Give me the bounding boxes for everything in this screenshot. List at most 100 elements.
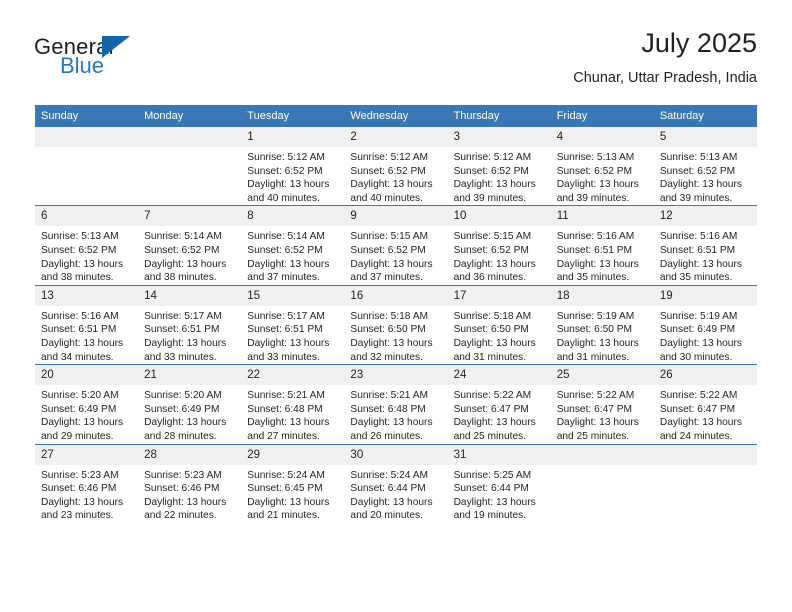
sunrise-text: Sunrise: 5:18 AM — [350, 310, 429, 322]
day-cell[interactable]: 3 Sunrise: 5:12 AM Sunset: 6:52 PM Dayli… — [447, 127, 551, 206]
day-cell[interactable]: 18 Sunrise: 5:19 AM Sunset: 6:50 PM Dayl… — [550, 284, 654, 365]
daylight-text: Daylight: 13 hours and 31 minutes. — [453, 337, 536, 363]
day-cell[interactable]: 6 Sunrise: 5:13 AM Sunset: 6:52 PM Dayli… — [35, 205, 139, 286]
day-number: 18 — [550, 285, 654, 306]
day-details: Sunrise: 5:17 AM Sunset: 6:51 PM Dayligh… — [241, 306, 344, 364]
daylight-text: Daylight: 13 hours and 25 minutes. — [453, 417, 536, 442]
sunrise-text: Sunrise: 5:23 AM — [41, 469, 119, 481]
daylight-text: Daylight: 13 hours and 37 minutes. — [247, 258, 330, 284]
day-cell[interactable]: 7 Sunrise: 5:14 AM Sunset: 6:52 PM Dayli… — [138, 205, 242, 286]
day-number: 2 — [344, 127, 448, 147]
day-number — [653, 444, 757, 465]
calendar-week-row: 1 Sunrise: 5:12 AM Sunset: 6:52 PM Dayli… — [35, 127, 757, 206]
sunset-text: Sunset: 6:52 PM — [453, 244, 529, 256]
day-cell[interactable]: 19 Sunrise: 5:19 AM Sunset: 6:49 PM Dayl… — [653, 284, 757, 365]
day-number: 13 — [35, 285, 139, 306]
day-number: 1 — [241, 127, 345, 147]
day-cell[interactable]: 28 Sunrise: 5:23 AM Sunset: 6:46 PM Dayl… — [138, 443, 242, 523]
day-cell[interactable]: 14 Sunrise: 5:17 AM Sunset: 6:51 PM Dayl… — [138, 284, 242, 365]
day-details: Sunrise: 5:13 AM Sunset: 6:52 PM Dayligh… — [654, 147, 757, 205]
calendar-body: 1 Sunrise: 5:12 AM Sunset: 6:52 PM Dayli… — [35, 127, 757, 523]
day-cell[interactable]: 26 Sunrise: 5:22 AM Sunset: 6:47 PM Dayl… — [653, 364, 757, 444]
daylight-text: Daylight: 13 hours and 30 minutes. — [659, 337, 742, 363]
sunset-text: Sunset: 6:46 PM — [144, 483, 220, 495]
day-number: 3 — [447, 127, 551, 147]
sunset-text: Sunset: 6:48 PM — [247, 403, 323, 415]
day-cell[interactable]: 2 Sunrise: 5:12 AM Sunset: 6:52 PM Dayli… — [344, 127, 448, 206]
generalblue-logo[interactable]: General Blue — [34, 34, 214, 82]
daylight-text: Daylight: 13 hours and 34 minutes. — [41, 337, 124, 363]
daylight-text: Daylight: 13 hours and 19 minutes. — [453, 496, 536, 522]
weekday-header-wednesday: Wednesday — [344, 105, 448, 127]
day-cell[interactable]: 16 Sunrise: 5:18 AM Sunset: 6:50 PM Dayl… — [344, 284, 448, 365]
day-cell[interactable]: 22 Sunrise: 5:21 AM Sunset: 6:48 PM Dayl… — [241, 364, 345, 444]
sunrise-text: Sunrise: 5:12 AM — [247, 152, 325, 163]
day-details: Sunrise: 5:15 AM Sunset: 6:52 PM Dayligh… — [448, 226, 551, 284]
day-number: 28 — [138, 444, 242, 465]
sunrise-text: Sunrise: 5:13 AM — [41, 231, 119, 243]
sunset-text: Sunset: 6:51 PM — [659, 244, 736, 256]
day-cell[interactable]: 9 Sunrise: 5:15 AM Sunset: 6:52 PM Dayli… — [344, 205, 448, 286]
calendar-week-row: 13 Sunrise: 5:16 AM Sunset: 6:51 PM Dayl… — [35, 284, 757, 365]
sunset-text: Sunset: 6:52 PM — [41, 244, 117, 256]
sunset-text: Sunset: 6:51 PM — [41, 324, 117, 336]
calendar-header-row: Sunday Monday Tuesday Wednesday Thursday… — [35, 105, 757, 127]
page-title: July 2025 — [641, 28, 757, 58]
day-details: Sunrise: 5:22 AM Sunset: 6:47 PM Dayligh… — [448, 385, 551, 443]
day-details: Sunrise: 5:20 AM Sunset: 6:49 PM Dayligh… — [35, 385, 138, 443]
day-cell[interactable]: 15 Sunrise: 5:17 AM Sunset: 6:51 PM Dayl… — [241, 284, 345, 365]
day-cell[interactable]: 4 Sunrise: 5:13 AM Sunset: 6:52 PM Dayli… — [550, 127, 654, 206]
day-details: Sunrise: 5:12 AM Sunset: 6:52 PM Dayligh… — [448, 147, 551, 205]
sunset-text: Sunset: 6:50 PM — [453, 324, 529, 336]
day-cell[interactable]: 27 Sunrise: 5:23 AM Sunset: 6:46 PM Dayl… — [35, 443, 139, 523]
sunset-text: Sunset: 6:45 PM — [247, 483, 323, 495]
sunrise-text: Sunrise: 5:17 AM — [247, 310, 325, 322]
day-details: Sunrise: 5:25 AM Sunset: 6:44 PM Dayligh… — [448, 465, 551, 523]
day-details: Sunrise: 5:20 AM Sunset: 6:49 PM Dayligh… — [138, 385, 241, 443]
sunrise-text: Sunrise: 5:22 AM — [556, 390, 635, 402]
weekday-header-tuesday: Tuesday — [241, 105, 345, 127]
sunrise-sunset-calendar: Sunday Monday Tuesday Wednesday Thursday… — [35, 105, 757, 523]
day-cell[interactable]: 30 Sunrise: 5:24 AM Sunset: 6:44 PM Dayl… — [344, 443, 448, 523]
sunrise-text: Sunrise: 5:16 AM — [556, 231, 635, 243]
day-cell[interactable]: 21 Sunrise: 5:20 AM Sunset: 6:49 PM Dayl… — [138, 364, 242, 444]
day-cell[interactable]: 5 Sunrise: 5:13 AM Sunset: 6:52 PM Dayli… — [653, 127, 757, 206]
sunrise-text: Sunrise: 5:17 AM — [144, 310, 222, 322]
day-details: Sunrise: 5:21 AM Sunset: 6:48 PM Dayligh… — [344, 385, 447, 443]
sunrise-text: Sunrise: 5:14 AM — [144, 231, 222, 243]
day-cell[interactable]: 11 Sunrise: 5:16 AM Sunset: 6:51 PM Dayl… — [550, 205, 654, 286]
sunset-text: Sunset: 6:47 PM — [659, 403, 736, 415]
day-number: 6 — [35, 206, 139, 227]
day-cell[interactable]: 13 Sunrise: 5:16 AM Sunset: 6:51 PM Dayl… — [35, 284, 139, 365]
day-number: 4 — [550, 127, 654, 147]
day-details: Sunrise: 5:18 AM Sunset: 6:50 PM Dayligh… — [344, 306, 447, 364]
day-cell[interactable]: 23 Sunrise: 5:21 AM Sunset: 6:48 PM Dayl… — [344, 364, 448, 444]
daylight-text: Daylight: 13 hours and 24 minutes. — [659, 417, 742, 442]
sunrise-text: Sunrise: 5:24 AM — [350, 469, 429, 481]
day-cell[interactable]: 29 Sunrise: 5:24 AM Sunset: 6:45 PM Dayl… — [241, 443, 345, 523]
sunset-text: Sunset: 6:52 PM — [350, 165, 426, 177]
daylight-text: Daylight: 13 hours and 20 minutes. — [350, 496, 433, 522]
day-cell[interactable]: 12 Sunrise: 5:16 AM Sunset: 6:51 PM Dayl… — [653, 205, 757, 286]
daylight-text: Daylight: 13 hours and 31 minutes. — [556, 337, 639, 363]
day-details: Sunrise: 5:17 AM Sunset: 6:51 PM Dayligh… — [138, 306, 241, 364]
sunset-text: Sunset: 6:51 PM — [247, 324, 323, 336]
sunset-text: Sunset: 6:50 PM — [350, 324, 426, 336]
day-cell[interactable]: 17 Sunrise: 5:18 AM Sunset: 6:50 PM Dayl… — [447, 284, 551, 365]
day-cell[interactable]: 8 Sunrise: 5:14 AM Sunset: 6:52 PM Dayli… — [241, 205, 345, 286]
day-cell[interactable]: 1 Sunrise: 5:12 AM Sunset: 6:52 PM Dayli… — [241, 127, 345, 206]
day-number: 23 — [344, 365, 448, 386]
day-details: Sunrise: 5:12 AM Sunset: 6:52 PM Dayligh… — [241, 147, 344, 205]
logo-triangle-icon — [102, 36, 130, 58]
day-cell[interactable]: 10 Sunrise: 5:15 AM Sunset: 6:52 PM Dayl… — [447, 205, 551, 286]
day-cell-empty — [35, 127, 139, 206]
day-details: Sunrise: 5:23 AM Sunset: 6:46 PM Dayligh… — [35, 465, 138, 523]
sunrise-text: Sunrise: 5:13 AM — [556, 152, 635, 163]
day-cell[interactable]: 25 Sunrise: 5:22 AM Sunset: 6:47 PM Dayl… — [550, 364, 654, 444]
day-cell[interactable]: 31 Sunrise: 5:25 AM Sunset: 6:44 PM Dayl… — [447, 443, 551, 523]
day-cell[interactable]: 24 Sunrise: 5:22 AM Sunset: 6:47 PM Dayl… — [447, 364, 551, 444]
day-cell[interactable]: 20 Sunrise: 5:20 AM Sunset: 6:49 PM Dayl… — [35, 364, 139, 444]
sunrise-text: Sunrise: 5:22 AM — [453, 390, 532, 402]
daylight-text: Daylight: 13 hours and 35 minutes. — [659, 258, 742, 284]
sunset-text: Sunset: 6:44 PM — [453, 483, 529, 495]
